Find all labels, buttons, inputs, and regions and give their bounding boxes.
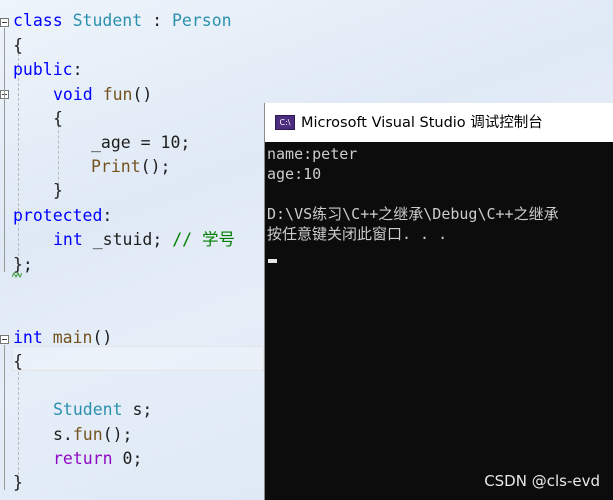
access-specifier: protected bbox=[13, 206, 103, 225]
fold-bracket-class bbox=[4, 28, 5, 272]
brace: { bbox=[53, 109, 63, 128]
type-name: Student bbox=[53, 400, 123, 419]
code-line-1: class Student : Person bbox=[13, 9, 232, 33]
brace: } bbox=[13, 473, 23, 492]
access-specifier: public bbox=[13, 60, 73, 79]
member-variable: _age bbox=[91, 133, 131, 152]
debug-console-window[interactable]: C:\ Microsoft Visual Studio 调试控制台 name:p… bbox=[264, 103, 613, 500]
object: s. bbox=[53, 425, 73, 444]
assignment: = 10; bbox=[130, 133, 191, 152]
function-call: fun bbox=[72, 425, 103, 444]
declaration: s; bbox=[122, 400, 153, 419]
code-line-17: } bbox=[13, 471, 23, 495]
brace: { bbox=[13, 352, 23, 371]
function-call: Print bbox=[91, 157, 141, 176]
separator: : bbox=[142, 11, 172, 30]
console-line: 按任意键关闭此窗口. . . bbox=[267, 225, 448, 243]
code-line-9: protected: bbox=[13, 204, 112, 228]
colon: : bbox=[72, 60, 83, 79]
console-app-icon: C:\ bbox=[275, 115, 295, 130]
colon: : bbox=[102, 206, 113, 225]
parens: () bbox=[132, 85, 153, 104]
console-title: Microsoft Visual Studio 调试控制台 bbox=[301, 115, 543, 131]
code-line-14: Student s; bbox=[53, 398, 152, 422]
indent-guide bbox=[18, 48, 19, 276]
console-titlebar[interactable]: C:\ Microsoft Visual Studio 调试控制台 bbox=[265, 103, 613, 142]
code-line-8: } bbox=[53, 179, 63, 203]
console-output[interactable]: name:peter age:10 D:\VS练习\C++之继承\Debug\C… bbox=[267, 144, 613, 500]
code-line-13: { bbox=[13, 350, 23, 374]
keyword: int bbox=[13, 328, 43, 347]
function-name: main bbox=[52, 328, 93, 347]
collapse-main-icon[interactable] bbox=[0, 335, 9, 344]
member-variable: _stuid; bbox=[92, 230, 163, 249]
class-name: Student bbox=[72, 11, 143, 30]
brace: { bbox=[13, 36, 23, 55]
code-line-6: _age = 10; bbox=[91, 131, 190, 155]
code-line-15: s.fun(); bbox=[53, 423, 133, 447]
code-line-10: int _stuid; // 学号 bbox=[53, 228, 235, 252]
code-line-12: int main() bbox=[13, 326, 112, 350]
call-parens: (); bbox=[140, 157, 171, 176]
console-line: name:peter bbox=[267, 145, 358, 163]
keyword: class bbox=[13, 11, 63, 30]
console-cursor bbox=[268, 259, 277, 263]
keyword: return bbox=[53, 449, 113, 468]
code-line-16: return 0; bbox=[53, 447, 142, 471]
brace: } bbox=[53, 181, 63, 200]
console-line: D:\VS练习\C++之继承\Debug\C++之继承 bbox=[267, 205, 559, 223]
code-line-7: Print(); bbox=[91, 155, 170, 179]
code-line-2: { bbox=[13, 34, 23, 58]
keyword: void bbox=[53, 85, 93, 104]
code-line-4: void fun() bbox=[53, 83, 152, 107]
comment: // 学号 bbox=[172, 230, 236, 249]
console-line: age:10 bbox=[267, 165, 322, 183]
function-name: fun bbox=[102, 85, 133, 104]
error-squiggle bbox=[12, 272, 22, 278]
call-parens: (); bbox=[102, 425, 133, 444]
fold-bracket-main bbox=[4, 345, 5, 490]
watermark: CSDN @cls-evd bbox=[484, 472, 600, 490]
base-class-name: Person bbox=[171, 11, 232, 30]
code-line-3: public: bbox=[13, 58, 83, 82]
keyword: int bbox=[53, 230, 83, 249]
return-value: 0; bbox=[112, 449, 143, 468]
collapse-class-icon[interactable] bbox=[0, 18, 9, 27]
parens: () bbox=[92, 328, 113, 347]
code-line-5: { bbox=[53, 107, 63, 131]
